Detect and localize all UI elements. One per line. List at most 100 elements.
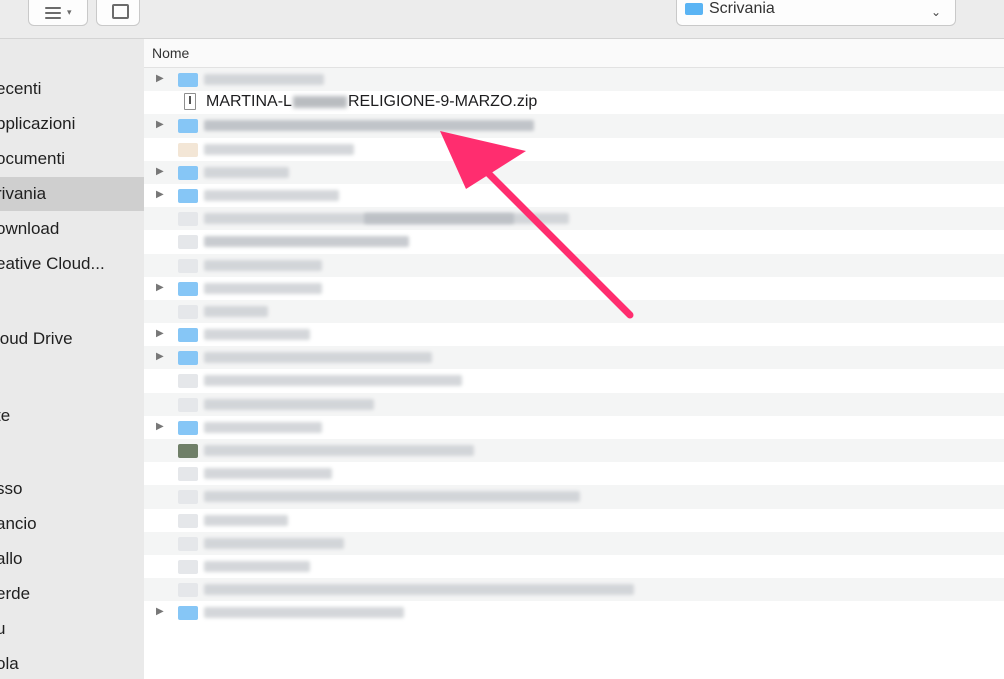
redacted-name <box>204 537 344 549</box>
redacted-name <box>204 259 322 271</box>
list-item[interactable] <box>144 138 1004 161</box>
disclosure-triangle-icon[interactable]: ▶ <box>156 606 164 617</box>
view-options-button[interactable]: ▾ <box>28 0 88 26</box>
redacted-name <box>204 491 580 503</box>
file-icon <box>178 258 198 273</box>
sidebar-item-documenti[interactable]: ocumenti <box>0 142 144 176</box>
file-name: MARTINA-L RELIGIONE-9-MARZO.zip <box>206 93 537 111</box>
disclosure-triangle-icon[interactable]: ▶ <box>156 282 164 293</box>
list-item[interactable]: ▶ <box>144 601 1004 624</box>
list-item[interactable] <box>144 299 1004 324</box>
sidebar-item-label: ownload <box>0 219 60 238</box>
list-item[interactable]: ▶ <box>144 184 1004 207</box>
list-item[interactable] <box>144 578 1004 602</box>
file-icon <box>178 583 198 598</box>
list-item[interactable] <box>144 369 1004 392</box>
sidebar-item-partial-1[interactable]: i <box>0 367 144 401</box>
sidebar-item-label: ocumenti <box>0 149 65 168</box>
redacted-name <box>204 421 322 433</box>
sidebar-tag-giallo[interactable]: allo <box>0 542 144 576</box>
list-item[interactable]: ▶ <box>144 114 1004 138</box>
sidebar-item-label: ancio <box>0 514 37 533</box>
file-icon <box>178 536 198 551</box>
sidebar-item-download[interactable]: ownload <box>0 212 144 246</box>
list-item[interactable] <box>144 485 1004 509</box>
disclosure-triangle-icon[interactable]: ▶ <box>156 351 164 362</box>
sidebar-item-creative-cloud[interactable]: eative Cloud... <box>0 247 144 281</box>
redacted-name <box>204 468 332 480</box>
redacted-name <box>204 584 634 596</box>
list-view-icon <box>45 7 61 22</box>
sidebar-tag-verde[interactable]: erde <box>0 577 144 611</box>
sidebar-item-recenti[interactable]: ecenti <box>0 72 144 106</box>
folder-icon <box>685 3 703 15</box>
disclosure-triangle-icon[interactable]: ▶ <box>156 189 164 200</box>
redacted-name <box>204 189 339 201</box>
location-label: Scrivania <box>709 0 775 17</box>
list-item[interactable] <box>144 207 1004 231</box>
list-item[interactable]: ▶ <box>144 416 1004 439</box>
redacted-name <box>204 607 404 619</box>
square-icon <box>112 4 129 19</box>
folder-icon <box>178 328 198 343</box>
file-icon <box>178 513 198 528</box>
zip-file-icon <box>184 93 196 111</box>
sidebar: ecenti pplicazioni ocumenti rivania ownl… <box>0 39 144 679</box>
disclosure-triangle-icon[interactable]: ▶ <box>156 119 164 130</box>
disclosure-triangle-icon[interactable]: ▶ <box>156 73 164 84</box>
list-item[interactable] <box>144 439 1004 463</box>
disclosure-triangle-icon[interactable]: ▶ <box>156 421 164 432</box>
folder-icon <box>178 188 198 203</box>
sidebar-item-partial-2[interactable]: te <box>0 399 144 433</box>
sidebar-item-label: ola <box>0 654 19 673</box>
group-button[interactable] <box>96 0 140 26</box>
file-icon <box>178 559 198 574</box>
image-file-icon <box>178 444 198 458</box>
list-item[interactable]: ▶ <box>144 277 1004 300</box>
sidebar-item-scrivania[interactable]: rivania <box>0 177 144 211</box>
folder-icon <box>178 73 198 87</box>
file-icon <box>178 212 198 227</box>
disclosure-triangle-icon[interactable]: ▶ <box>156 166 164 177</box>
redacted-name <box>204 514 288 526</box>
sidebar-item-label: allo <box>0 549 23 568</box>
list-item[interactable]: ▶ <box>144 160 1004 184</box>
list-item[interactable] <box>144 555 1004 578</box>
redacted-name <box>204 282 322 294</box>
disclosure-triangle-icon[interactable]: ▶ <box>156 328 164 339</box>
list-item[interactable]: ▶ <box>144 323 1004 346</box>
list-item[interactable] <box>144 531 1004 555</box>
redacted-name <box>204 329 310 341</box>
sidebar-tag-viola[interactable]: ola <box>0 647 144 679</box>
location-popup[interactable]: Scrivania ⌄ <box>676 0 956 26</box>
sidebar-item-label: loud Drive <box>0 329 73 348</box>
folder-icon <box>178 119 198 134</box>
sidebar-item-applicazioni[interactable]: pplicazioni <box>0 107 144 141</box>
name-column-header[interactable]: Nome <box>144 39 1004 68</box>
sidebar-item-icloud-drive[interactable]: loud Drive <box>0 322 144 356</box>
list-item[interactable] <box>144 392 1004 416</box>
redacted-name <box>204 398 374 410</box>
list-item[interactable]: ▶ <box>144 68 1004 92</box>
list-item[interactable] <box>144 253 1004 277</box>
sidebar-tag-arancio[interactable]: ancio <box>0 507 144 541</box>
sidebar-item-label: rivania <box>0 184 47 203</box>
sidebar-tag-blu[interactable]: u <box>0 612 144 646</box>
redacted-name <box>204 375 462 387</box>
sidebar-item-label: te <box>0 406 11 425</box>
list-item-zip-file[interactable]: MARTINA-L RELIGIONE-9-MARZO.zip <box>144 91 1004 114</box>
file-name-prefix: MARTINA-L <box>206 93 292 111</box>
folder-icon <box>178 165 198 180</box>
file-icon <box>178 467 198 482</box>
redacted-name <box>204 120 534 132</box>
list-item[interactable] <box>144 462 1004 485</box>
file-icon <box>178 397 198 412</box>
redacted-name <box>204 74 324 85</box>
redacted-name <box>204 352 432 364</box>
redacted-name <box>204 166 289 178</box>
list-item[interactable] <box>144 509 1004 532</box>
sidebar-item-label: sso <box>0 479 23 498</box>
list-item[interactable]: ▶ <box>144 346 1004 370</box>
sidebar-tag-rosso[interactable]: sso <box>0 472 144 506</box>
list-item[interactable] <box>144 230 1004 253</box>
